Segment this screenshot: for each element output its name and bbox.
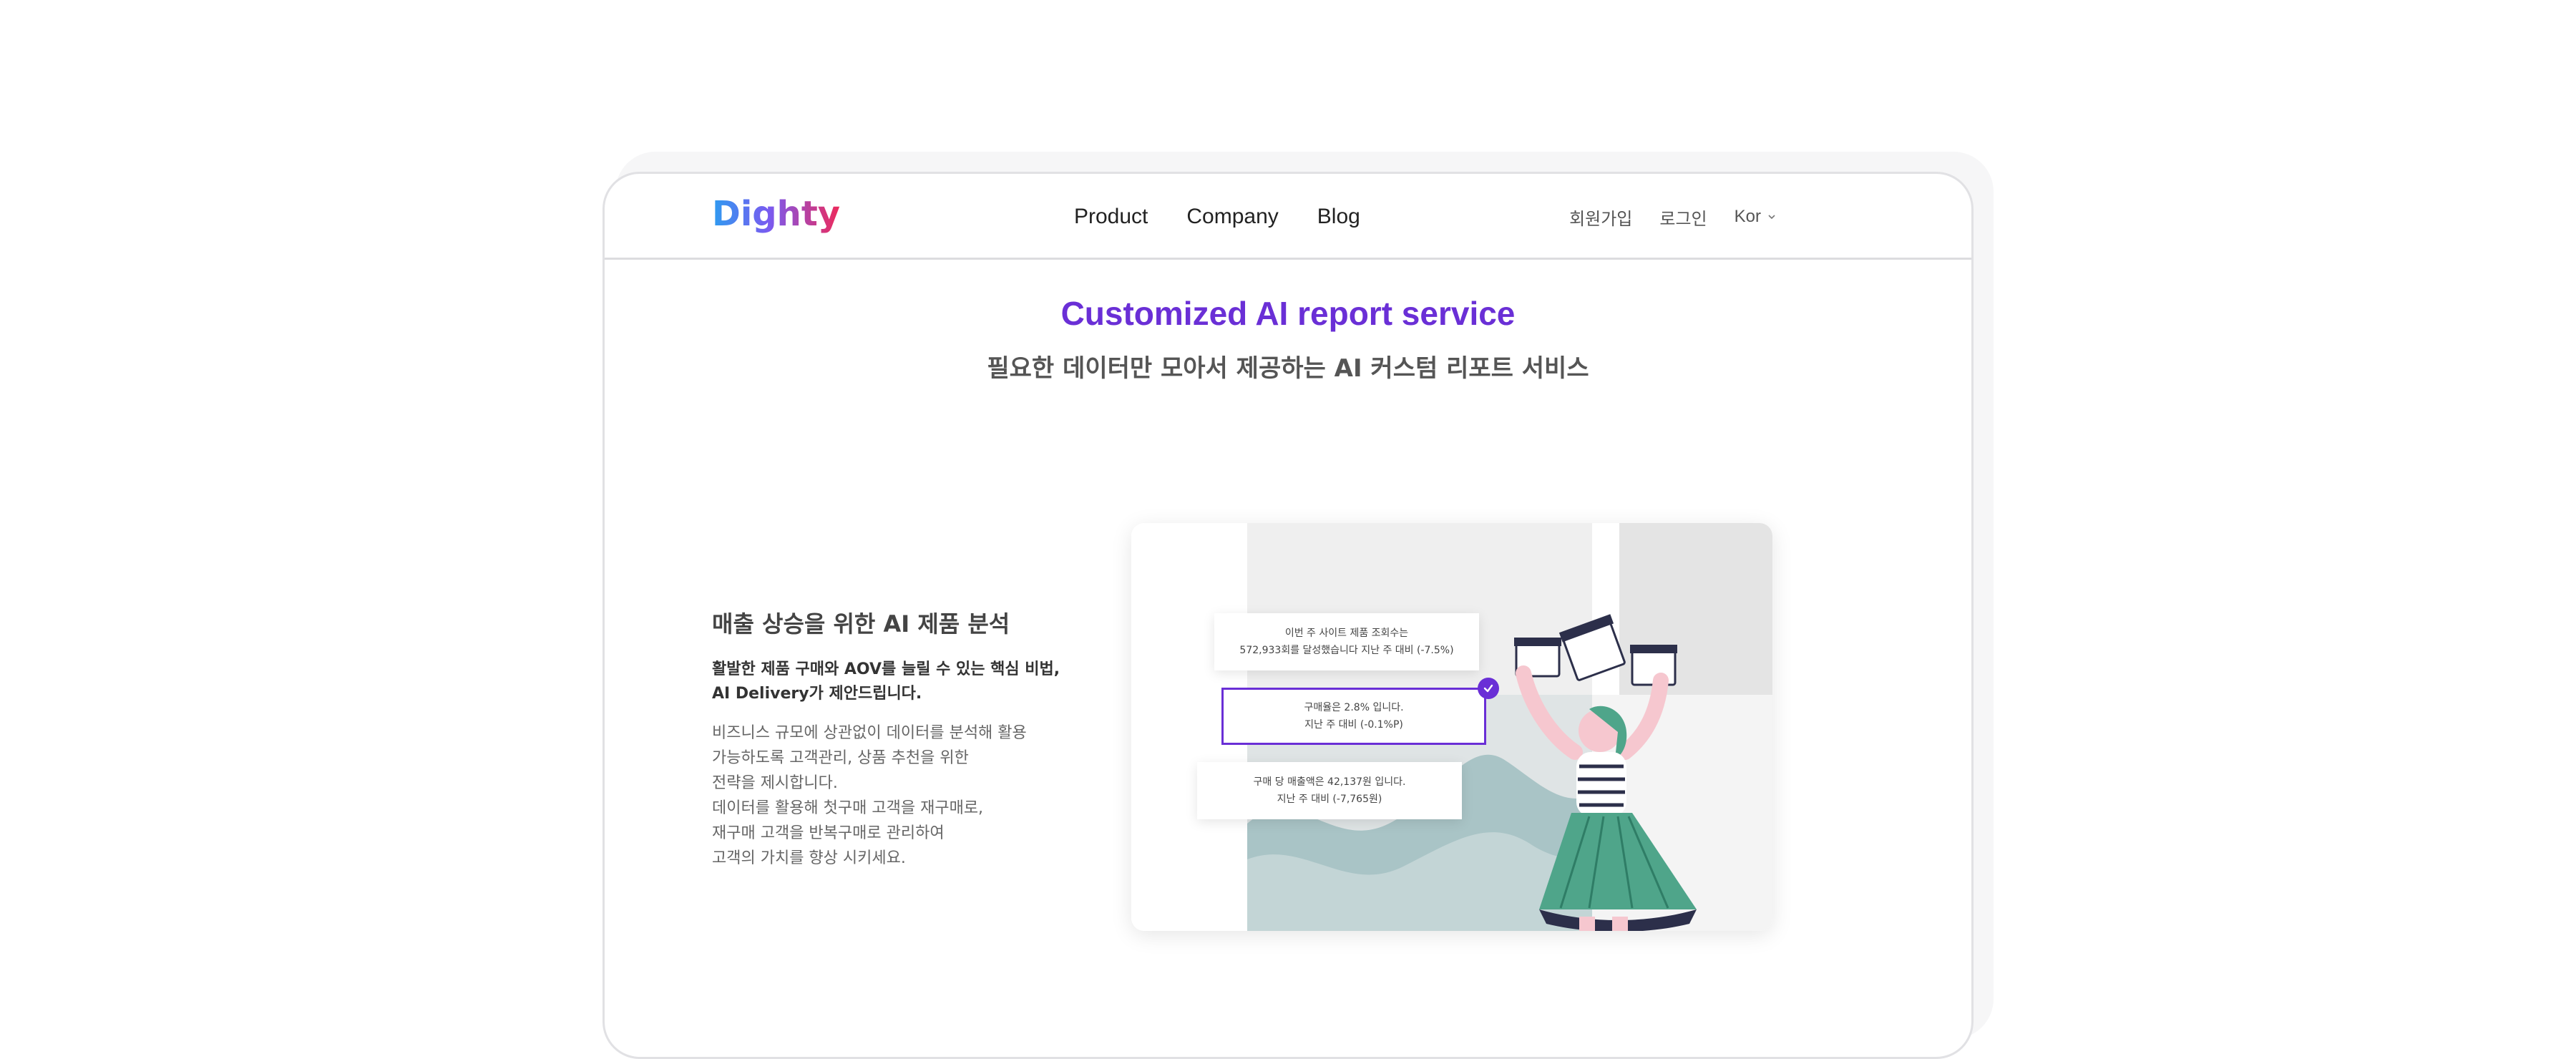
card-line: 572,933회를 달성했습니다 지난 주 대비 (-7.5%) — [1239, 645, 1454, 656]
svg-text:Dighty: Dighty — [712, 194, 840, 234]
body-line: 데이터를 활용해 첫구매 고객을 재구매로, — [712, 799, 984, 817]
top-navigation-bar: Dighty Product Company Blog 회원가입 로그인 Kor — [605, 174, 1971, 260]
nav-blog[interactable]: Blog — [1317, 205, 1360, 229]
nav-product[interactable]: Product — [1074, 205, 1148, 229]
section-highlight: 활발한 제품 구매와 AOV를 늘릴 수 있는 핵심 비법, AI Delive… — [712, 658, 1084, 706]
card-line: 구매 당 매출액은 42,137원 입니다. — [1253, 776, 1406, 788]
card-line: 구매율은 2.8% 입니다. — [1304, 702, 1404, 713]
chevron-down-icon — [1768, 215, 1775, 220]
card-line: 지난 주 대비 (-0.1%P) — [1304, 719, 1403, 731]
body-line: 재구매 고객을 반복구매로 관리하여 — [712, 824, 945, 842]
body-line: 가능하도록 고객관리, 상품 추천을 위한 — [712, 749, 969, 767]
highlight-line: 활발한 제품 구매와 AOV를 늘릴 수 있는 핵심 비법, — [712, 660, 1060, 678]
signup-link[interactable]: 회원가입 — [1569, 205, 1632, 230]
hero-subtitle: 필요한 데이터만 모아서 제공하는 AI 커스텀 리포트 서비스 — [987, 354, 1589, 383]
account-nav: 회원가입 로그인 Kor — [1569, 174, 1777, 260]
metric-card-revenue: 구매 당 매출액은 42,137원 입니다. 지난 주 대비 (-7,765원) — [1197, 762, 1462, 819]
nav-company[interactable]: Company — [1186, 205, 1278, 229]
body-line: 고객의 가치를 향상 시키세요. — [712, 849, 906, 867]
language-selector[interactable]: Kor — [1735, 207, 1777, 227]
check-icon — [1478, 678, 1499, 699]
section-title: 매출 상승을 위한 AI 제품 분석 — [712, 610, 1010, 638]
language-label: Kor — [1734, 207, 1761, 226]
hero-title: Customized AI report service — [1060, 295, 1516, 332]
main-nav: Product Company Blog — [1074, 174, 1360, 260]
highlight-line: AI Delivery가 제안드립니다. — [712, 685, 922, 703]
body-line: 비즈니스 규모에 상관없이 데이터를 분석해 활용 — [712, 724, 1027, 742]
card-line: 지난 주 대비 (-7,765원) — [1277, 794, 1382, 805]
login-link[interactable]: 로그인 — [1659, 205, 1707, 230]
dighty-logo[interactable]: Dighty — [712, 192, 841, 238]
metric-card-views: 이번 주 사이트 제품 조회수는 572,933회를 달성했습니다 지난 주 대… — [1214, 613, 1479, 670]
report-illustration: 이번 주 사이트 제품 조회수는 572,933회를 달성했습니다 지난 주 대… — [1131, 523, 1772, 931]
card-line: 이번 주 사이트 제품 조회수는 — [1284, 628, 1409, 639]
browser-window: Dighty Product Company Blog 회원가입 로그인 Kor… — [602, 172, 1974, 1059]
metric-card-conversion: 구매율은 2.8% 입니다. 지난 주 대비 (-0.1%P) — [1221, 688, 1486, 745]
section-body: 비즈니스 규모에 상관없이 데이터를 분석해 활용 가능하도록 고객관리, 상품… — [712, 721, 1084, 871]
body-line: 전략을 제시합니다. — [712, 774, 838, 792]
